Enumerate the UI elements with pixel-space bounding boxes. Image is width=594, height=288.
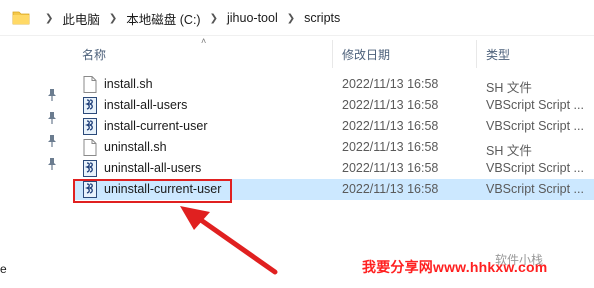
file-row[interactable]: install-all-users 2022/11/13 16:58 VBScr… — [74, 95, 594, 116]
pin-icon[interactable] — [46, 157, 58, 171]
vbscript-file-icon — [83, 160, 97, 177]
file-date: 2022/11/13 16:58 — [342, 98, 439, 112]
pin-icon[interactable] — [46, 134, 58, 148]
file-date: 2022/11/13 16:58 — [342, 119, 439, 133]
file-name: uninstall-all-users — [104, 161, 202, 175]
column-header-type[interactable]: 类型 — [486, 46, 510, 63]
column-divider[interactable] — [476, 40, 477, 68]
sort-ascending-icon: ˄ — [201, 36, 207, 46]
file-date: 2022/11/13 16:58 — [342, 182, 439, 196]
file-date: 2022/11/13 16:58 — [342, 140, 439, 154]
file-row[interactable]: install-current-user 2022/11/13 16:58 VB… — [74, 116, 594, 137]
column-header-date[interactable]: 修改日期 — [342, 46, 390, 63]
file-name: uninstall.sh — [104, 140, 167, 154]
sh-file-icon — [83, 76, 97, 93]
breadcrumb-separator-icon[interactable]: ❯ — [210, 13, 218, 24]
file-date: 2022/11/13 16:58 — [342, 161, 439, 175]
breadcrumb-item-scripts[interactable]: scripts — [304, 11, 340, 25]
column-header-row: ˄ 名称 修改日期 类型 — [70, 36, 594, 72]
file-name: install-current-user — [104, 119, 208, 133]
breadcrumb-item-jihuo-tool[interactable]: jihuo-tool — [227, 11, 278, 25]
breadcrumb-separator-icon[interactable]: ❯ — [287, 13, 295, 24]
breadcrumb-item-this-pc[interactable]: 此电脑 — [62, 9, 100, 28]
file-date: 2022/11/13 16:58 — [342, 77, 439, 91]
nav-item-label[interactable]: e — [0, 262, 7, 276]
file-row[interactable]: uninstall-all-users 2022/11/13 16:58 VBS… — [74, 158, 594, 179]
file-type: VBScript Script ... — [486, 98, 584, 112]
file-row[interactable]: uninstall.sh 2022/11/13 16:58 SH 文件 — [74, 137, 594, 158]
file-type: VBScript Script ... — [486, 161, 584, 175]
file-name: install-all-users — [104, 98, 188, 112]
file-row[interactable]: install.sh 2022/11/13 16:58 SH 文件 — [74, 74, 594, 95]
file-type: VBScript Script ... — [486, 182, 584, 196]
breadcrumb-item-local-disk[interactable]: 本地磁盘 (C:) — [126, 9, 200, 28]
address-bar[interactable]: ❯ 此电脑 ❯ 本地磁盘 (C:) ❯ jihuo-tool ❯ scripts — [0, 0, 594, 36]
folder-icon — [12, 11, 30, 25]
file-type: SH 文件 — [486, 81, 532, 95]
vbscript-file-icon — [83, 118, 97, 135]
vbscript-file-icon — [83, 97, 97, 114]
breadcrumb-separator-icon[interactable]: ❯ — [109, 13, 117, 24]
file-name: install.sh — [104, 77, 153, 91]
column-divider[interactable] — [332, 40, 333, 68]
file-type: SH 文件 — [486, 144, 532, 158]
annotation-arrow-icon — [180, 206, 278, 275]
watermark-text: 我要分享网www.hhkxw.com — [362, 259, 548, 275]
sh-file-icon — [83, 139, 97, 156]
navigation-pane — [0, 36, 70, 288]
pin-icon[interactable] — [46, 111, 58, 125]
file-type: VBScript Script ... — [486, 119, 584, 133]
pin-icon[interactable] — [46, 88, 58, 102]
column-header-name[interactable]: 名称 — [82, 46, 106, 63]
breadcrumb: ❯ 此电脑 ❯ 本地磁盘 (C:) ❯ jihuo-tool ❯ scripts — [36, 9, 340, 28]
breadcrumb-separator-icon[interactable]: ❯ — [45, 13, 53, 24]
